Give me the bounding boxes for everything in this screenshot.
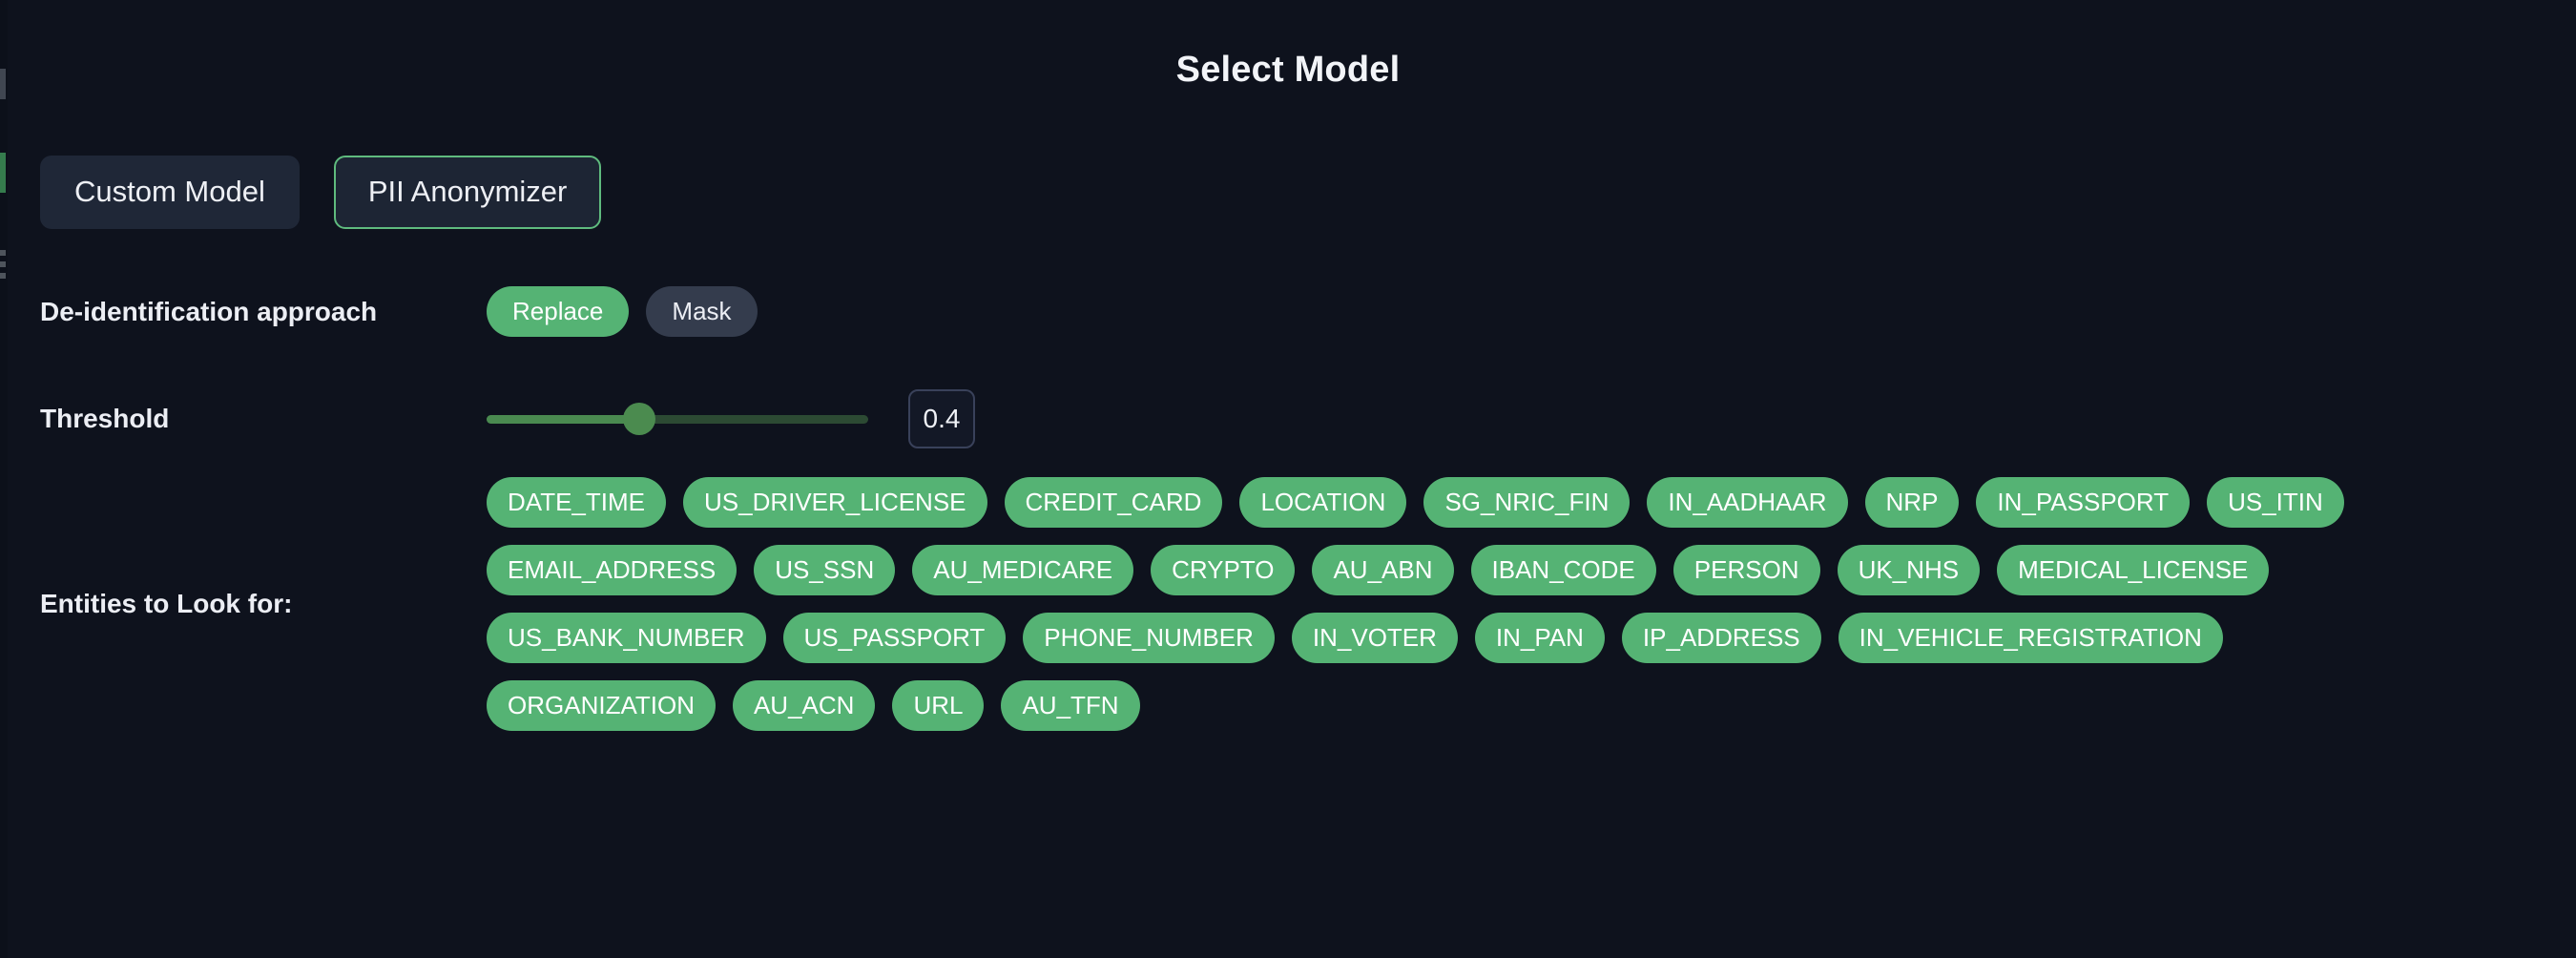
entity-tag-url[interactable]: URL — [892, 680, 985, 731]
entity-tag-us_driver_license[interactable]: US_DRIVER_LICENSE — [682, 477, 987, 528]
entity-tag-in_pan[interactable]: IN_PAN — [1474, 613, 1605, 663]
entity-tag-email_address[interactable]: EMAIL_ADDRESS — [487, 545, 737, 595]
page-title: Select Model — [1175, 50, 1401, 90]
entity-tag-row: EMAIL_ADDRESS US_SSN AU_MEDICARE CRYPTO AU_A… — [487, 545, 2344, 595]
entity-tag-uk_nhs[interactable]: UK_NHS — [1837, 545, 1981, 595]
entity-tag-iban_code[interactable]: IBAN_CODE — [1470, 545, 1656, 595]
edge-artifact — [0, 153, 6, 193]
edge-artifact — [0, 261, 6, 267]
entity-tag-au_abn[interactable]: AU_ABN — [1312, 545, 1454, 595]
entity-tag-au_medicare[interactable]: AU_MEDICARE — [912, 545, 1134, 595]
tab-pii-anonymizer[interactable]: PII Anonymizer — [333, 156, 602, 229]
edge-artifact — [0, 250, 6, 256]
entity-tag-in_passport[interactable]: IN_PASSPORT — [1976, 477, 2191, 528]
entity-tag-date_time[interactable]: DATE_TIME — [487, 477, 666, 528]
select-model-panel: Select Model Custom Model PII Anonymizer … — [0, 0, 2576, 958]
entities-label: Entities to Look for: — [40, 589, 293, 619]
threshold-slider-thumb[interactable] — [623, 403, 655, 435]
tab-custom-model[interactable]: Custom Model — [40, 156, 300, 229]
entity-tag-credit_card[interactable]: CREDIT_CARD — [1004, 477, 1223, 528]
model-tab-group: Custom Model PII Anonymizer — [40, 156, 602, 229]
deidentification-option-group: Replace Mask — [487, 286, 758, 337]
entity-tag-phone_number[interactable]: PHONE_NUMBER — [1023, 613, 1275, 663]
entity-tag-ip_address[interactable]: IP_ADDRESS — [1621, 613, 1821, 663]
deidentification-option-replace[interactable]: Replace — [487, 286, 630, 337]
entity-tag-au_acn[interactable]: AU_ACN — [732, 680, 876, 731]
entity-tag-row: DATE_TIME US_DRIVER_LICENSE CREDIT_CARD LOC… — [487, 477, 2344, 528]
entity-tag-au_tfn[interactable]: AU_TFN — [1001, 680, 1140, 731]
entity-tag-sg_nric_fin[interactable]: SG_NRIC_FIN — [1423, 477, 1631, 528]
entity-tag-list: DATE_TIME US_DRIVER_LICENSE CREDIT_CARD LOC… — [487, 477, 2344, 731]
threshold-slider[interactable] — [487, 400, 868, 438]
entity-tag-us_passport[interactable]: US_PASSPORT — [782, 613, 1007, 663]
entity-tag-organization[interactable]: ORGANIZATION — [487, 680, 716, 731]
entity-tag-us_itin[interactable]: US_ITIN — [2207, 477, 2344, 528]
entity-tag-in_vehicle_registration[interactable]: IN_VEHICLE_REGISTRATION — [1838, 613, 2223, 663]
entity-tag-row: ORGANIZATION AU_ACN URL AU_TFN — [487, 680, 2344, 731]
threshold-row: Threshold 0.4 — [0, 389, 2576, 448]
entity-tag-us_bank_number[interactable]: US_BANK_NUMBER — [487, 613, 766, 663]
entity-tag-us_ssn[interactable]: US_SSN — [754, 545, 896, 595]
entity-tag-crypto[interactable]: CRYPTO — [1151, 545, 1296, 595]
deidentification-option-mask[interactable]: Mask — [646, 286, 758, 337]
entity-tag-location[interactable]: LOCATION — [1239, 477, 1407, 528]
entity-tag-in_aadhaar[interactable]: IN_AADHAAR — [1647, 477, 1848, 528]
deidentification-approach-row: De-identification approach Replace Mask — [0, 286, 2576, 337]
left-edge-strip — [0, 0, 8, 958]
threshold-label: Threshold — [40, 404, 170, 434]
entity-tag-in_voter[interactable]: IN_VOTER — [1291, 613, 1458, 663]
deidentification-approach-label: De-identification approach — [40, 296, 378, 326]
edge-artifact — [0, 273, 6, 279]
entity-tag-nrp[interactable]: NRP — [1864, 477, 1960, 528]
threshold-slider-fill — [487, 414, 639, 424]
entity-tag-row: US_BANK_NUMBER US_PASSPORT PHONE_NUMBER IN_… — [487, 613, 2344, 663]
entity-tag-person[interactable]: PERSON — [1672, 545, 1820, 595]
edge-artifact — [0, 69, 6, 99]
threshold-value-field[interactable]: 0.4 — [908, 389, 975, 448]
entities-row: Entities to Look for: DATE_TIME US_DRIVER… — [0, 477, 2576, 731]
entity-tag-medical_license[interactable]: MEDICAL_LICENSE — [1997, 545, 2270, 595]
